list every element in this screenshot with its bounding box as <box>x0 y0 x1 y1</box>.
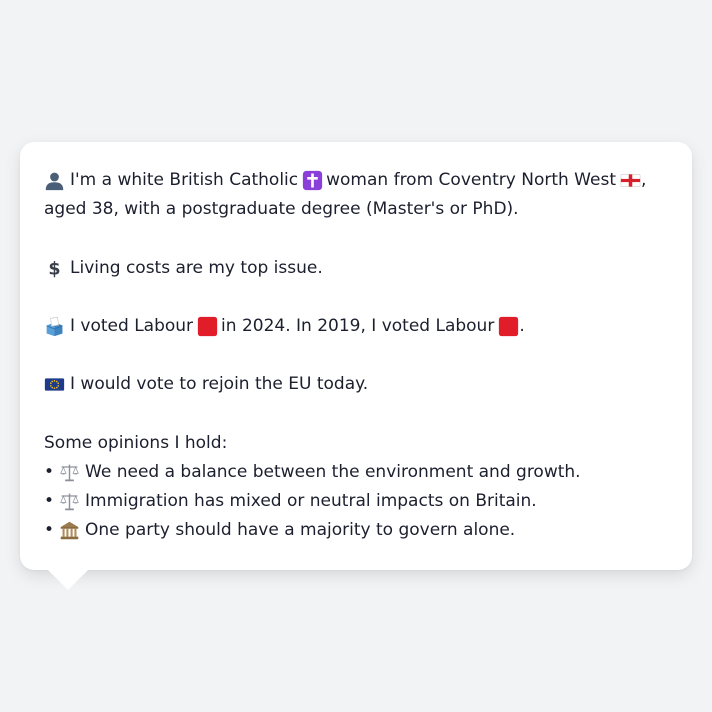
government-building-icon <box>59 520 80 541</box>
svg-text:$: $ <box>48 259 60 278</box>
balance-scale-icon <box>59 491 80 512</box>
person-silhouette-icon <box>44 170 65 191</box>
opinion-item: • Immigration has mixed or neutral impac… <box>44 487 668 516</box>
dollar-sign-icon: $ <box>44 258 65 278</box>
vote-text-part2: in 2024. In 2019, I voted Labour <box>221 315 495 336</box>
labour-red-square-icon <box>197 316 218 337</box>
vote-text-part3: . <box>519 315 525 336</box>
eu-line: I would vote to rejoin the EU today. <box>44 370 668 399</box>
intro-text-part3: , <box>640 170 647 190</box>
england-flag-icon <box>620 170 641 191</box>
opinion-text: One party should have a majority to gove… <box>85 520 516 541</box>
top-issue-text: Living costs are my top issue. <box>70 257 323 278</box>
bullet: • <box>44 461 55 482</box>
bullet: • <box>44 520 55 541</box>
labour-red-square-icon <box>498 316 519 337</box>
opinion-item: • One party should have a majority to go… <box>44 516 668 545</box>
eu-flag-icon <box>44 374 65 395</box>
speech-bubble-tail <box>48 570 88 590</box>
bullet: • <box>44 491 55 512</box>
intro-text-part1: I'm a white British Catholic <box>70 170 299 190</box>
opinion-text: Immigration has mixed or neutral impacts… <box>85 491 537 512</box>
ballot-box-icon <box>44 316 65 337</box>
opinion-text: We need a balance between the environmen… <box>85 461 581 482</box>
opinions-heading: Some opinions I hold: <box>44 429 668 458</box>
opinion-item: • We need a balance between the environm… <box>44 458 668 487</box>
balance-scale-icon <box>59 462 80 483</box>
intro-text-part2: woman from Coventry North West <box>326 170 616 190</box>
intro-line-1: I'm a white British Catholic woman from … <box>44 166 668 195</box>
opinions-heading-text: Some opinions I hold: <box>44 432 228 453</box>
vote-text-part1: I voted Labour <box>70 315 194 336</box>
top-issue-line: $ Living costs are my top issue. <box>44 254 668 283</box>
intro-line-2: aged 38, with a postgraduate degree (Mas… <box>44 195 668 224</box>
eu-text: I would vote to rejoin the EU today. <box>70 374 369 395</box>
intro-text-part4: aged 38, with a postgraduate degree (Mas… <box>44 199 519 220</box>
latin-cross-icon <box>302 170 323 191</box>
vote-line: I voted Labour in 2024. In 2019, I voted… <box>44 312 668 341</box>
profile-speech-bubble: I'm a white British Catholic woman from … <box>20 142 692 590</box>
